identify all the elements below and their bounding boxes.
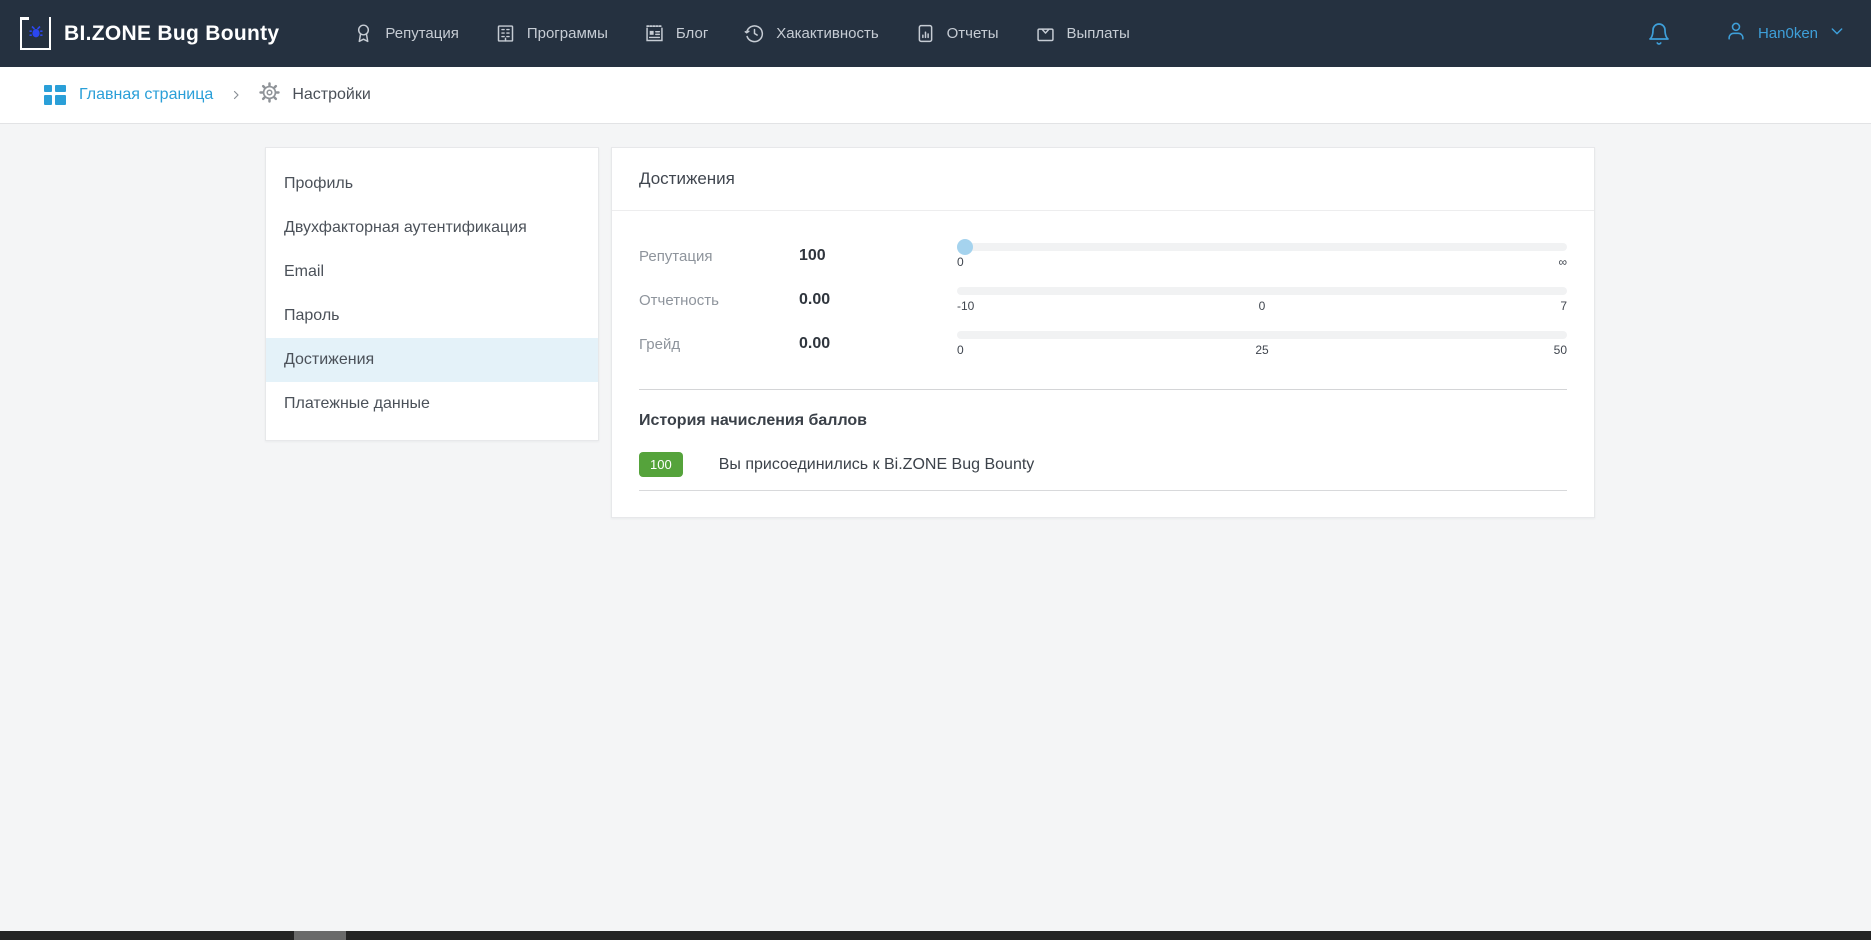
top-navbar: BI.ZONE Bug Bounty Репутация Программы	[0, 0, 1871, 67]
scale-mid: 25	[1255, 343, 1268, 357]
breadcrumb: Главная страница Настройки	[0, 67, 1871, 124]
scale-mid: 0	[1259, 299, 1266, 313]
medal-icon	[353, 23, 374, 44]
achievements-panel: Достижения Репутация 100 0 ∞ Отчетность …	[611, 147, 1595, 518]
gear-icon	[259, 82, 280, 108]
bizone-bug-icon	[20, 17, 51, 50]
scale-max: ∞	[1558, 255, 1567, 269]
sidebar-item-payment-data[interactable]: Платежные данные	[266, 382, 598, 426]
navbar-right: Han0ken	[1647, 20, 1845, 47]
breadcrumb-home-link[interactable]: Главная страница	[79, 86, 213, 104]
nav-label: Репутация	[385, 25, 458, 42]
reporting-slider: -10 0 7	[957, 287, 1567, 313]
settings-sidebar: Профиль Двухфакторная аутентификация Ema…	[265, 147, 599, 441]
metric-label: Грейд	[639, 336, 799, 353]
user-menu[interactable]: Han0ken	[1725, 20, 1845, 47]
slider-handle[interactable]	[957, 239, 973, 255]
metric-value: 0.00	[799, 335, 957, 353]
metric-row-grade: Грейд 0.00 0 25 50	[639, 327, 1567, 361]
metric-value: 0.00	[799, 291, 957, 309]
history-row-text: Вы присоединились к Bi.ZONE Bug Bounty	[719, 456, 1035, 474]
metric-label: Репутация	[639, 248, 799, 265]
scale-min: -10	[957, 299, 974, 313]
bottom-edge-bar	[0, 931, 1871, 940]
scale-min: 0	[957, 255, 964, 269]
nav-label: Программы	[527, 25, 608, 42]
history-section-title: История начисления баллов	[612, 390, 1594, 436]
slider-track	[957, 243, 1567, 251]
sidebar-item-profile[interactable]: Профиль	[266, 162, 598, 206]
notifications-bell-icon[interactable]	[1647, 22, 1671, 46]
points-badge: 100	[639, 452, 683, 477]
newspaper-icon	[644, 23, 665, 44]
nav-label: Хакактивность	[776, 25, 878, 42]
nav-item-reputation[interactable]: Репутация	[353, 23, 458, 44]
sidebar-item-achievements[interactable]: Достижения	[266, 338, 598, 382]
nav-label: Блог	[676, 25, 708, 42]
sidebar-item-email[interactable]: Email	[266, 250, 598, 294]
report-icon	[915, 23, 936, 44]
breadcrumb-current: Настройки	[259, 82, 370, 108]
metric-row-reputation: Репутация 100 0 ∞	[639, 239, 1567, 273]
scale-max: 50	[1554, 343, 1567, 357]
nav-label: Отчеты	[947, 25, 999, 42]
slider-scale: 0 ∞	[957, 255, 1567, 269]
scale-max: 7	[1560, 299, 1567, 313]
metric-label: Отчетность	[639, 292, 799, 309]
nav-item-programs[interactable]: Программы	[495, 23, 608, 44]
reputation-slider: 0 ∞	[957, 243, 1567, 269]
main-navigation: Репутация Программы Блог	[353, 23, 1129, 44]
scale-min: 0	[957, 343, 964, 357]
brand-title: BI.ZONE Bug Bounty	[64, 22, 279, 46]
nav-label: Выплаты	[1067, 25, 1130, 42]
nav-item-reports[interactable]: Отчеты	[915, 23, 999, 44]
brand-logo[interactable]: BI.ZONE Bug Bounty	[20, 17, 279, 50]
sidebar-item-password[interactable]: Пароль	[266, 294, 598, 338]
sidebar-item-two-factor[interactable]: Двухфакторная аутентификация	[266, 206, 598, 250]
payout-icon	[1035, 23, 1056, 44]
chevron-right-icon	[230, 89, 242, 101]
nav-item-payouts[interactable]: Выплаты	[1035, 23, 1130, 44]
bottom-edge-highlight	[294, 931, 346, 940]
slider-track	[957, 331, 1567, 339]
breadcrumb-current-label: Настройки	[292, 86, 370, 104]
user-name: Han0ken	[1758, 25, 1818, 42]
history-icon	[744, 23, 765, 44]
slider-track	[957, 287, 1567, 295]
panel-title: Достижения	[612, 148, 1594, 211]
grade-slider: 0 25 50	[957, 331, 1567, 357]
history-row: 100 Вы присоединились к Bi.ZONE Bug Boun…	[639, 452, 1567, 491]
nav-item-hackactivity[interactable]: Хакактивность	[744, 23, 878, 44]
home-dashboard-icon[interactable]	[44, 85, 66, 105]
metric-value: 100	[799, 247, 957, 265]
metrics-list: Репутация 100 0 ∞ Отчетность 0.00 -10	[612, 211, 1594, 377]
user-icon	[1725, 20, 1747, 47]
metric-row-reporting: Отчетность 0.00 -10 0 7	[639, 283, 1567, 317]
slider-scale: -10 0 7	[957, 299, 1567, 313]
slider-scale: 0 25 50	[957, 343, 1567, 357]
chevron-down-icon	[1829, 23, 1845, 44]
building-icon	[495, 23, 516, 44]
nav-item-blog[interactable]: Блог	[644, 23, 708, 44]
